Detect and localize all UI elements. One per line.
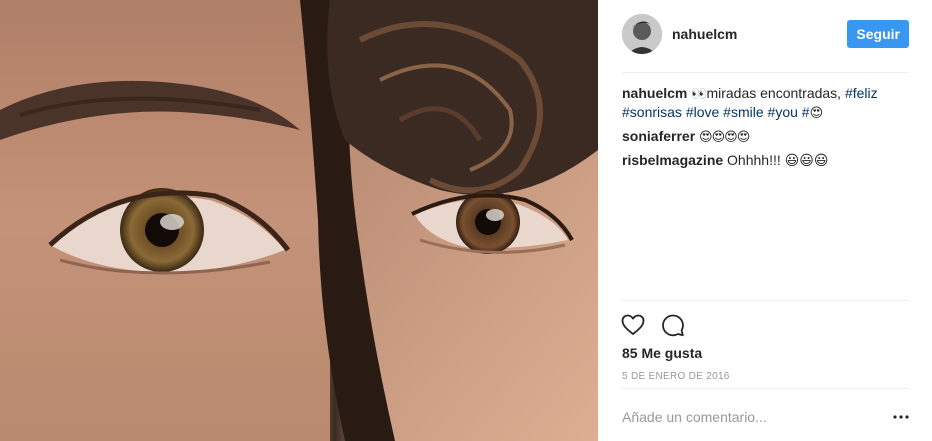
comments-list: nahuelcm 👀miradas encontradas, #feliz #s… — [622, 84, 909, 174]
hashtag-feliz[interactable]: #feliz — [845, 85, 878, 101]
heart-eyes-emoji: 😍 — [809, 105, 824, 120]
comment-username[interactable]: soniaferrer — [622, 128, 695, 144]
hashtag-sonrisas[interactable]: #sonrisas — [622, 104, 682, 120]
eyes-emoji: 👀 — [691, 86, 707, 101]
author-username[interactable]: nahuelcm — [672, 26, 737, 42]
comment-item: risbelmagazine Ohhhh!!! 😃😃😃 — [622, 151, 909, 169]
post-sidebar: nahuelcm Seguir nahuelcm 👀miradas encont… — [598, 0, 932, 441]
more-options-icon — [893, 415, 909, 419]
comment-text: 😍😍😍😍 — [699, 129, 750, 144]
hashtag-smile[interactable]: #smile — [723, 104, 763, 120]
avatar[interactable] — [622, 14, 662, 54]
hashtag-you[interactable]: #you — [768, 104, 798, 120]
comment-button[interactable] — [660, 312, 686, 338]
hashtag-love[interactable]: #love — [686, 104, 719, 120]
speech-bubble-icon — [662, 314, 684, 337]
follow-button[interactable]: Seguir — [847, 20, 909, 48]
avatar-image — [622, 14, 662, 54]
comment-form — [622, 402, 909, 432]
post-photo[interactable] — [0, 0, 598, 441]
caption: nahuelcm 👀miradas encontradas, #feliz #s… — [622, 84, 909, 122]
caption-text: miradas encontradas, — [706, 85, 845, 101]
actions-divider — [622, 300, 909, 301]
comment-item: soniaferrer 😍😍😍😍 — [622, 127, 909, 146]
heart-icon — [621, 314, 645, 335]
comment-username[interactable]: risbelmagazine — [622, 152, 723, 168]
likes-count[interactable]: 85 Me gusta — [622, 345, 702, 361]
comment-input[interactable] — [622, 409, 893, 425]
photo-illustration — [0, 0, 598, 441]
post-header: nahuelcm Seguir — [622, 14, 909, 54]
post-actions — [620, 312, 686, 338]
post-date: 5 de enero de 2016 — [622, 371, 730, 382]
comment-text: Ohhhh!!! 😃😃😃 — [727, 152, 829, 168]
caption-username[interactable]: nahuelcm — [622, 85, 687, 101]
hashtag-emoji[interactable]: # — [802, 104, 810, 120]
more-options-button[interactable] — [893, 409, 909, 425]
comment-divider — [622, 388, 909, 389]
header-divider — [622, 72, 909, 73]
like-button[interactable] — [620, 312, 646, 338]
